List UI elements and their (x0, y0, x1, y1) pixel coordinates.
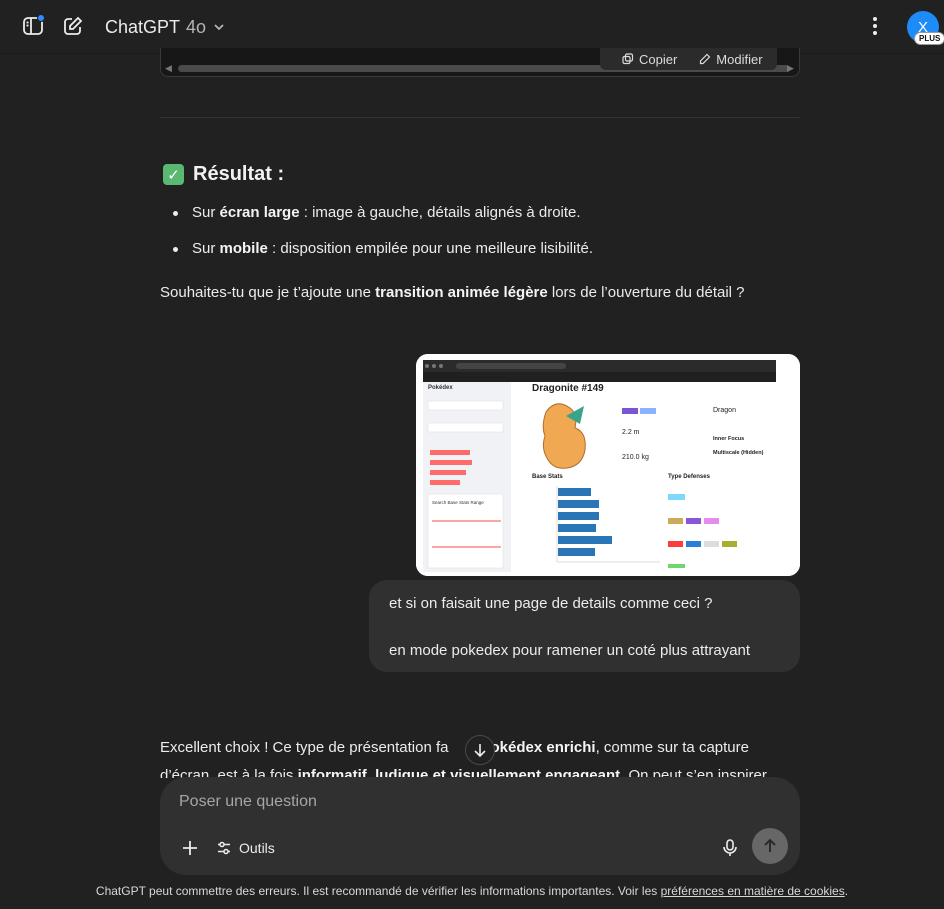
base-stats-title: Base Stats (532, 474, 563, 480)
user-message-line: et si on faisait une page de details com… (389, 595, 713, 612)
answer-bold: Pokédex enrichi (480, 739, 596, 756)
edit-label: Modifier (716, 51, 763, 67)
search-range-title: Search Base Stats Range (432, 500, 484, 505)
plus-icon (183, 841, 197, 855)
pokemon-species: Dragon (713, 407, 736, 414)
divider (160, 117, 800, 118)
scroll-right-arrow[interactable]: ▶ (787, 63, 794, 74)
pokemon-ability-2: Multiscale (Hidden) (713, 450, 764, 456)
question-suffix: lors de l’ouverture du détail ? (547, 284, 745, 301)
tools-button[interactable]: Outils (216, 834, 275, 862)
result-heading-text: Résultat : (193, 163, 285, 185)
model-version: 4o (186, 16, 207, 37)
disclaimer-footer: ChatGPT peut commettre des erreurs. Il e… (0, 884, 944, 898)
pokedex-screenshot: Pokédex Search Base Stats Range Dragonit… (416, 354, 800, 576)
list-item-prefix: Sur (192, 204, 220, 221)
user-message-line: en mode pokedex pour ramener un coté plu… (389, 642, 751, 659)
scroll-left-arrow[interactable]: ◀ (165, 63, 172, 74)
new-chat-button[interactable] (55, 8, 91, 44)
list-item-prefix: Sur (192, 240, 220, 257)
pencil-icon (700, 53, 711, 65)
copy-code-button[interactable]: Copier (622, 52, 677, 67)
user-message-bubble: et si on faisait une page de details com… (369, 580, 800, 672)
sidebar-toggle-button[interactable] (15, 8, 51, 44)
check-icon: ✓ (163, 164, 184, 185)
list-item: Sur écran large : image à gauche, détail… (172, 202, 593, 238)
attach-button[interactable] (177, 835, 203, 861)
disclaimer-end: . (844, 884, 849, 898)
pokemon-title: Dragonite #149 (532, 383, 604, 394)
pokemon-weight: 210.0 kg (622, 454, 649, 461)
list-item-suffix: : image à gauche, détails alignés à droi… (299, 204, 581, 221)
disclaimer-text: ChatGPT peut commettre des erreurs. Il e… (95, 884, 661, 898)
edit-icon (64, 16, 83, 35)
arrow-down-icon (474, 744, 486, 757)
list-item-suffix: : disposition empilée pour une meilleure… (267, 240, 594, 257)
tools-label: Outils (239, 840, 275, 856)
prompt-input[interactable]: Poser une question (179, 793, 317, 811)
microphone-icon (723, 839, 737, 856)
model-selector[interactable]: ChatGPT 4o (95, 9, 236, 45)
send-button[interactable] (752, 828, 788, 864)
edit-code-button[interactable]: Modifier (699, 51, 763, 67)
result-heading: ✓ Résultat : (163, 163, 284, 186)
scroll-to-bottom-button[interactable] (465, 735, 495, 765)
type-defenses-title: Type Defenses (668, 474, 711, 480)
pokemon-ability-1: Inner Focus (713, 436, 744, 442)
copy-icon (622, 53, 634, 65)
question-bold: transition animée légère (375, 284, 548, 301)
model-name: ChatGPT (105, 16, 181, 37)
sliders-icon (218, 841, 230, 855)
more-vertical-icon (873, 17, 877, 35)
list-item: Sur mobile : disposition empilée pour un… (172, 238, 594, 274)
chevron-down-icon (214, 24, 224, 31)
top-bar: ChatGPT 4o X PLUS (0, 0, 944, 54)
cookie-preferences-link[interactable]: préférences en matière de cookies (661, 884, 845, 898)
notification-dot (37, 14, 45, 22)
user-attached-image[interactable]: Pokédex Search Base Stats Range Dragonit… (416, 354, 800, 576)
more-options-button[interactable] (857, 8, 893, 44)
answer-text: Excellent choix ! Ce type de présentatio… (160, 739, 449, 756)
copy-label: Copier (639, 51, 678, 67)
list-item-bold: écran large (219, 204, 300, 221)
follow-up-question: Souhaites-tu que je t’ajoute une transit… (160, 282, 800, 304)
composer: Poser une question Outils (160, 777, 800, 875)
question-prefix: Souhaites-tu que je t’ajoute une (160, 284, 376, 301)
voice-input-button[interactable] (716, 834, 744, 862)
result-list: Sur écran large : image à gauche, détail… (172, 202, 594, 274)
plan-badge: PLUS (914, 32, 944, 45)
code-actions: Copier Modifier (600, 48, 777, 70)
pokedex-app-title: Pokédex (428, 385, 453, 391)
list-item-bold: mobile (219, 240, 268, 257)
pokemon-height: 2.2 m (622, 429, 640, 436)
arrow-up-icon (764, 838, 776, 852)
